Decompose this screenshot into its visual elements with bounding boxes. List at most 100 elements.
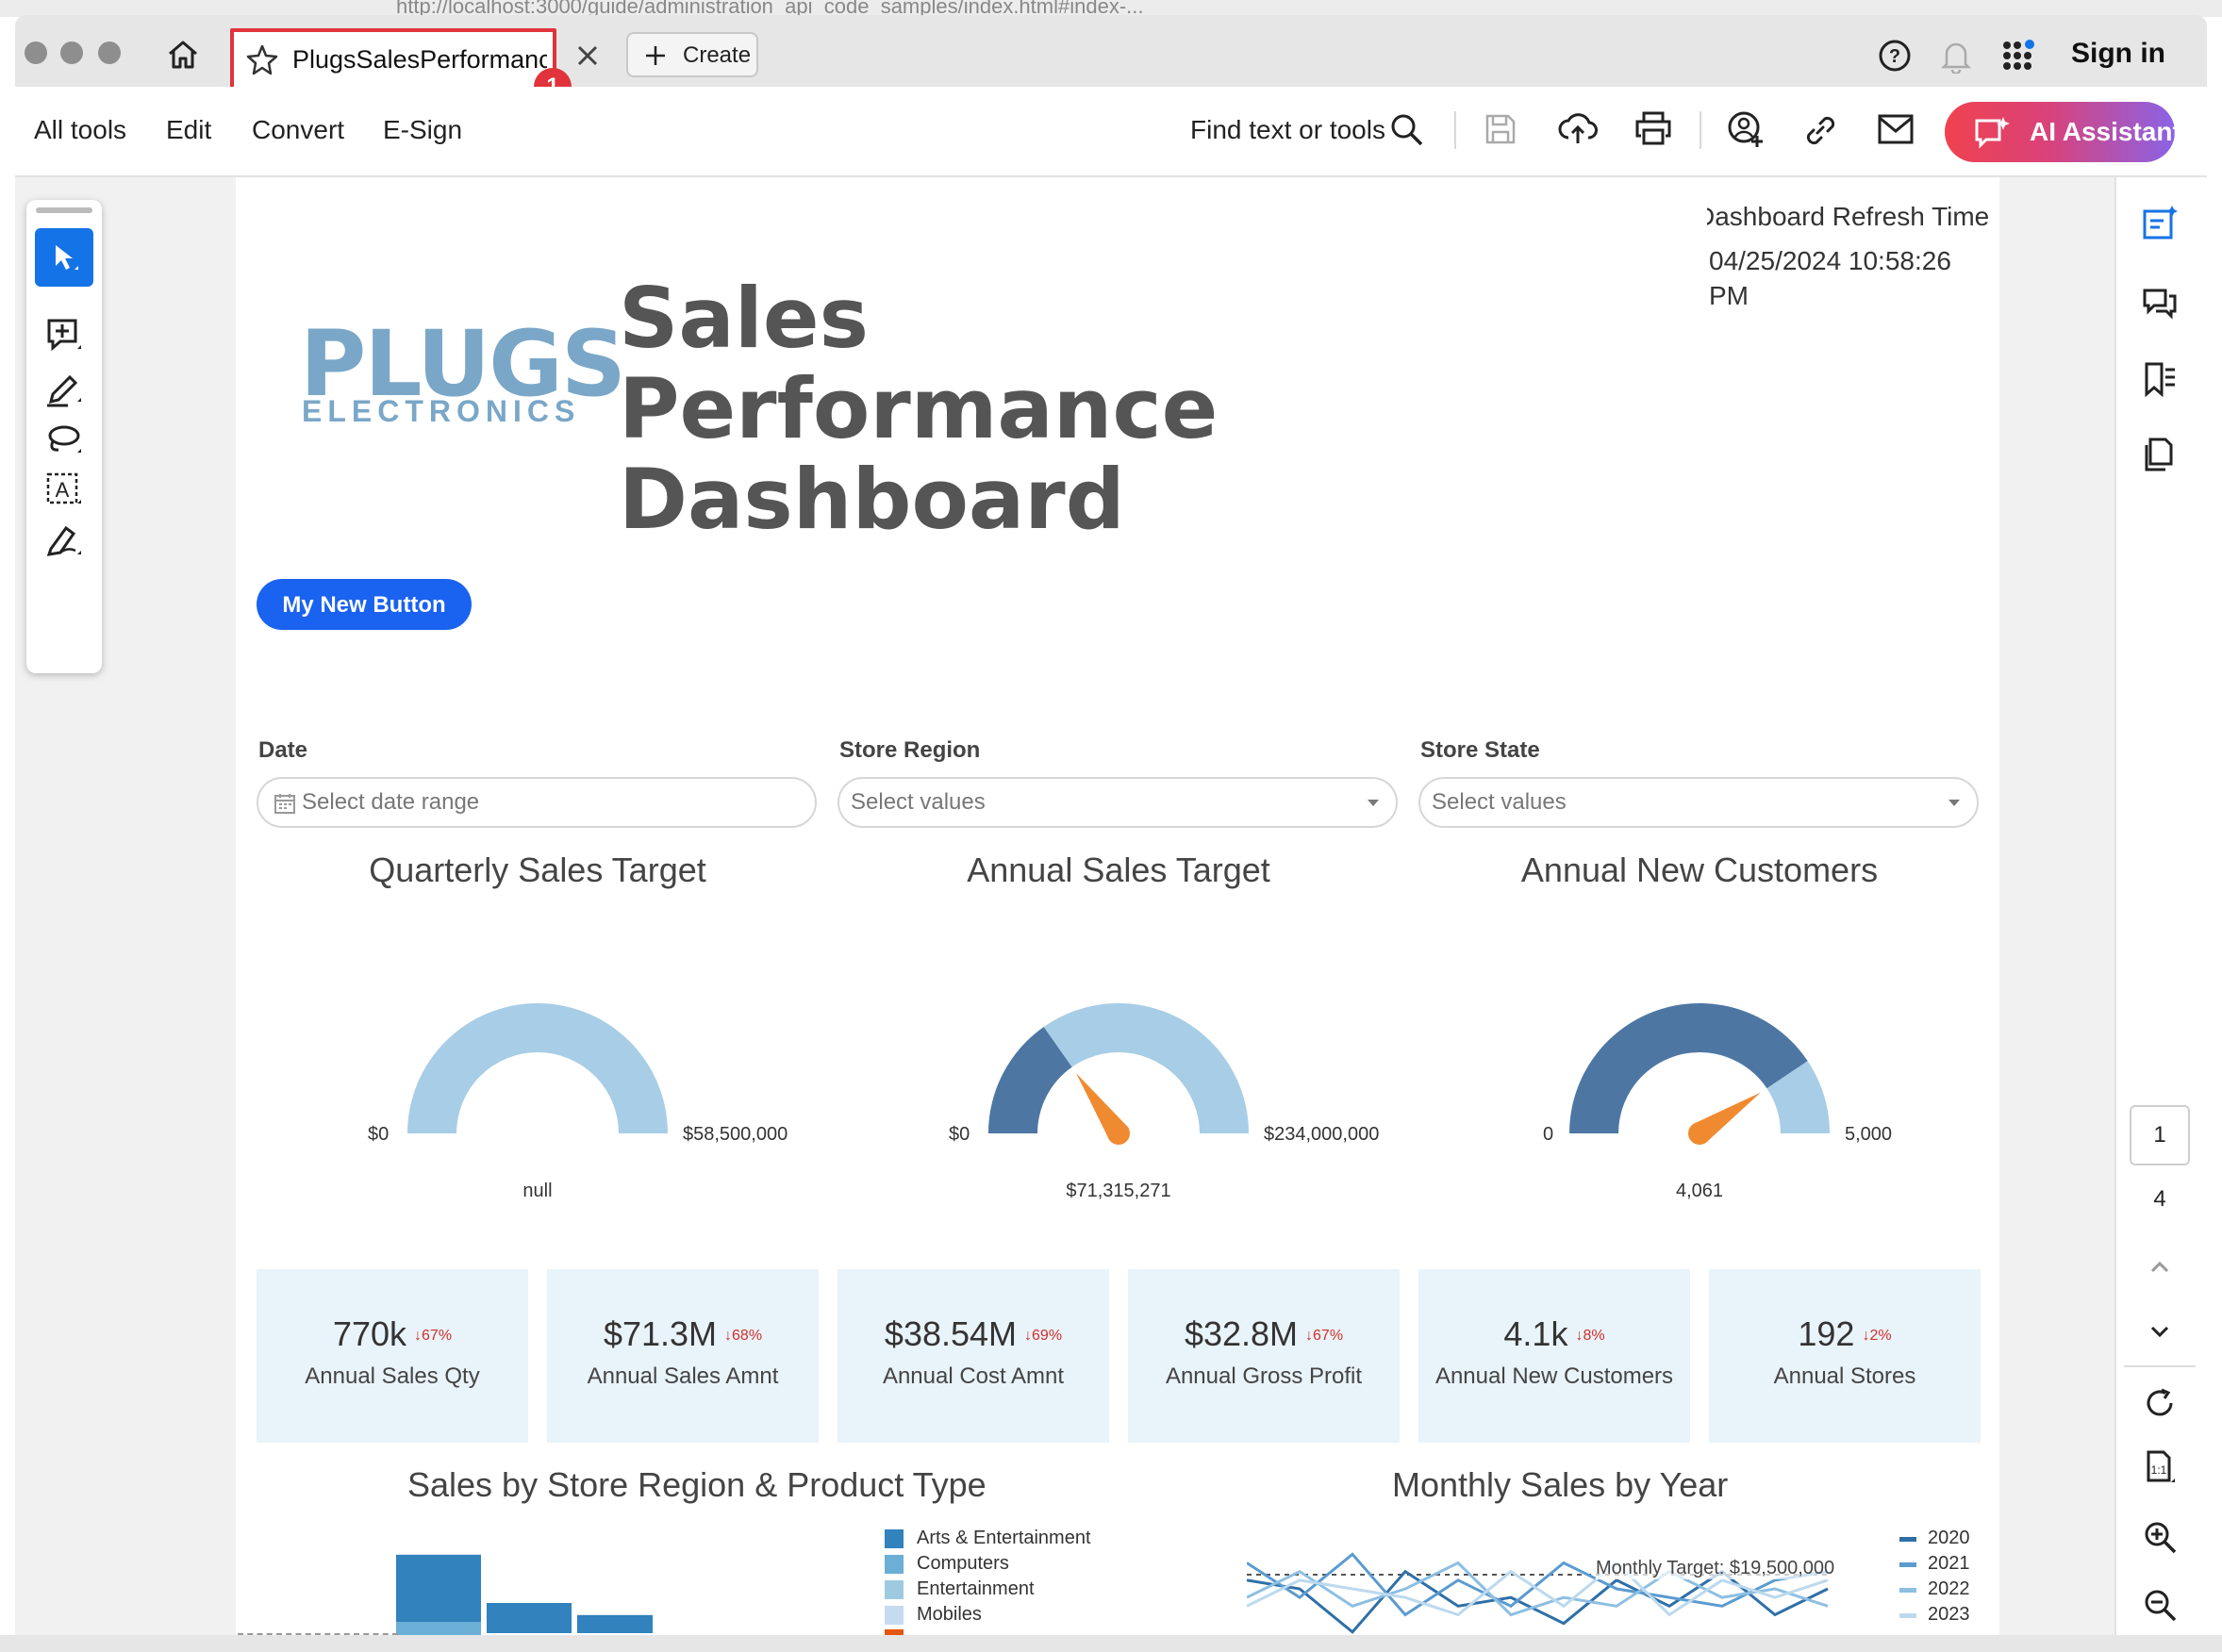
chevron-down-icon	[1948, 800, 1960, 806]
menu-convert[interactable]: Convert	[252, 115, 344, 145]
current-page: 1	[2153, 1122, 2166, 1148]
save-icon[interactable]	[1483, 111, 1518, 147]
svg-text:1:1: 1:1	[2151, 1463, 2167, 1477]
upload-cloud-icon[interactable]	[1558, 109, 1598, 147]
date-range-input[interactable]: Select date range	[257, 777, 817, 828]
store-state-select[interactable]: Select values	[1418, 777, 1979, 828]
kpi-change: ↓68%	[724, 1328, 763, 1345]
kpi-card-sales-amnt: $71.3M ↓68% Annual Sales Amnt	[547, 1269, 819, 1443]
legend-swatch	[885, 1580, 904, 1599]
right-side-panel	[2114, 177, 2209, 1652]
palette-grip[interactable]	[36, 207, 92, 213]
kpi-card-sales-qty: 770k ↓67% Annual Sales Qty	[257, 1269, 528, 1443]
fit-page-icon[interactable]: 1:1	[2143, 1448, 2177, 1486]
apps-grid-icon[interactable]	[2001, 38, 2037, 74]
kpi-card-gross-profit: $32.8M ↓67% Annual Gross Profit	[1128, 1269, 1400, 1443]
bar-chart-title: Sales by Store Region & Product Type	[407, 1465, 987, 1504]
kpi-value: $71.3M	[603, 1314, 718, 1353]
document-tab[interactable]: PlugsSalesPerformanc...	[230, 28, 556, 91]
store-region-select[interactable]: Select values	[837, 777, 1398, 828]
date-range-placeholder: Select date range	[302, 789, 480, 815]
share-user-icon[interactable]	[1726, 109, 1766, 149]
gauge-min-label: 0	[1543, 1124, 1554, 1145]
gauge-value-label: $71,315,271	[1066, 1181, 1171, 1201]
line-chart-monthly-sales	[1247, 1552, 1832, 1634]
window-close-light[interactable]	[25, 41, 47, 64]
kpi-card-stores: 192 ↓2% Annual Stores	[1709, 1269, 1981, 1443]
my-new-button[interactable]: My New Button	[257, 579, 472, 630]
page-number-input[interactable]: 1	[2130, 1105, 2190, 1165]
legend-swatch	[885, 1606, 904, 1625]
menu-e-sign[interactable]: E-Sign	[383, 115, 462, 145]
chevron-up-icon[interactable]	[2145, 1256, 2175, 1279]
legend-line	[1899, 1613, 1916, 1618]
kpi-label: Annual Sales Amnt	[587, 1363, 779, 1389]
star-icon[interactable]	[245, 43, 279, 77]
kpi-label: Annual Gross Profit	[1165, 1363, 1363, 1389]
kpi-label: Annual Sales Qty	[305, 1363, 480, 1389]
filter-label-store-region: Store Region	[839, 737, 981, 763]
bar-stack-segment	[396, 1622, 481, 1635]
zoom-in-icon[interactable]	[2143, 1520, 2179, 1556]
legend-line	[1899, 1537, 1916, 1542]
kpi-change: ↓2%	[1862, 1328, 1892, 1345]
window-zoom-light[interactable]	[98, 41, 121, 64]
comments-icon[interactable]	[2141, 285, 2179, 322]
tab-title: PlugsSalesPerformanc...	[292, 45, 547, 74]
gauge-min-label: $0	[949, 1124, 970, 1145]
bookmarks-icon[interactable]	[2141, 360, 2179, 398]
close-icon[interactable]	[573, 41, 602, 70]
series-line-2020	[1247, 1569, 1829, 1634]
legend-item: Mobiles	[917, 1604, 982, 1625]
lasso-icon[interactable]	[43, 419, 85, 460]
gauge-max-label: 5,000	[1845, 1124, 1893, 1145]
gauge-needle-hub	[1107, 1122, 1130, 1145]
legend-line	[1899, 1588, 1916, 1593]
menu-edit[interactable]: Edit	[166, 115, 211, 145]
plus-icon	[646, 46, 665, 65]
refresh-icon[interactable]	[2143, 1386, 2177, 1420]
gauge-value-label: 4,061	[1675, 1181, 1724, 1201]
bell-icon[interactable]	[1939, 38, 1973, 74]
comment-add-icon[interactable]	[43, 315, 85, 356]
kpi-change: ↓67%	[414, 1328, 453, 1345]
kpi-change: ↓8%	[1575, 1328, 1605, 1345]
pages-icon[interactable]	[2141, 436, 2179, 473]
kpi-value: 4.1k	[1503, 1314, 1568, 1353]
legend-swatch	[885, 1555, 904, 1574]
ai-assistant-icon	[1975, 117, 2010, 149]
filter-label-store-state: Store State	[1420, 737, 1540, 763]
kpi-label: Annual Stores	[1773, 1363, 1916, 1389]
menu-all-tools[interactable]: All tools	[34, 115, 126, 145]
text-select-icon[interactable]: A	[43, 470, 85, 511]
window-minimize-light[interactable]	[60, 41, 83, 64]
monthly-target-label: Monthly Target: $19,500,000	[1596, 1558, 1835, 1579]
kpi-change: ↓69%	[1024, 1328, 1063, 1345]
zoom-out-icon[interactable]	[2143, 1588, 2179, 1624]
gauge-annual-new-customers	[1569, 1003, 1830, 1145]
kpi-card-cost-amnt: $38.54M ↓69% Annual Cost Amnt	[837, 1269, 1109, 1443]
sign-pen-icon[interactable]	[43, 520, 85, 562]
sign-in-link[interactable]: Sign in	[2071, 38, 2165, 70]
kpi-value: $38.54M	[884, 1314, 1018, 1353]
gauge-value-arc	[1569, 1003, 1808, 1133]
select-tool[interactable]	[35, 228, 93, 287]
toolbar-divider	[1700, 111, 1701, 149]
search-icon[interactable]	[1388, 111, 1426, 149]
edit-panel-icon[interactable]	[2141, 204, 2179, 241]
ai-assistant-button[interactable]: AI Assistant	[1945, 102, 2181, 162]
find-text-tools[interactable]: Find text or tools	[1190, 115, 1385, 145]
create-button[interactable]: Create	[626, 32, 758, 77]
help-icon[interactable]: ?	[1877, 38, 1913, 74]
legend-item: 2022	[1928, 1578, 1970, 1599]
print-icon[interactable]	[1633, 109, 1673, 147]
mail-icon[interactable]	[1877, 113, 1915, 145]
gauge-title-new-customers: Annual New Customers	[1520, 851, 1879, 889]
right-gutter	[1999, 177, 2114, 1652]
home-icon[interactable]	[166, 38, 200, 72]
highlight-pen-icon[interactable]	[43, 368, 85, 409]
store-region-placeholder: Select values	[851, 789, 986, 815]
acrobat-toolbar: All tools Edit Convert E-Sign Find text …	[15, 87, 2207, 177]
link-icon[interactable]	[1801, 111, 1839, 149]
chevron-down-icon[interactable]	[2145, 1320, 2175, 1343]
